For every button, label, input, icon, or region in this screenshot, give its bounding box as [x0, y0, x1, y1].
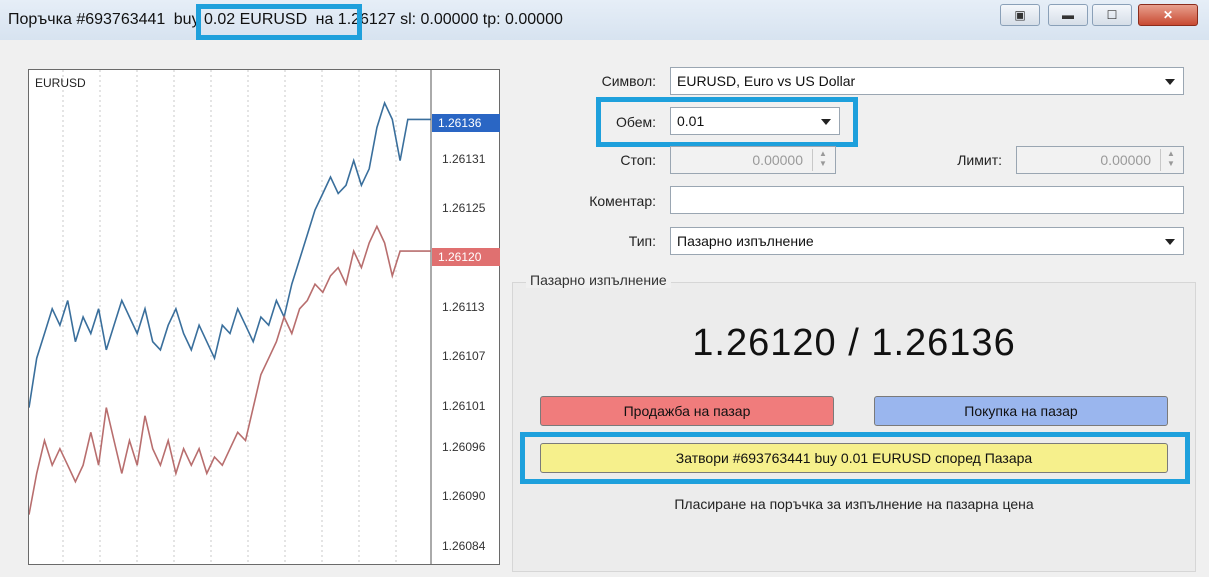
chart-svg — [29, 70, 432, 564]
sell-by-market-button[interactable]: Продажба на пазар — [540, 396, 834, 426]
limit-label: Лимит: — [957, 152, 1002, 168]
spin-up-icon: ▲ — [819, 149, 827, 158]
chart-symbol-label: EURUSD — [35, 76, 86, 90]
spin-down-icon: ▼ — [819, 159, 827, 168]
window-maximize-button[interactable]: ☐ — [1092, 4, 1132, 26]
volume-combobox[interactable]: 0.01 — [670, 107, 840, 135]
y-tick-label: 1.26131 — [442, 151, 486, 166]
window-titlebar: Поръчка #693763441 buy 0.02 EURUSD на 1.… — [0, 0, 1209, 41]
ask-price: 1.26136 — [871, 322, 1016, 364]
window-restore-button[interactable]: ▣ — [1000, 4, 1040, 26]
ask-series-line — [29, 100, 431, 408]
window-minimize-button[interactable]: ▬ — [1048, 4, 1088, 26]
y-tick-label: 1.26090 — [442, 489, 486, 504]
spin-down-icon: ▼ — [1167, 159, 1175, 168]
comment-label: Коментар: — [589, 193, 656, 209]
buy-by-market-button[interactable]: Покупка на пазар — [874, 396, 1168, 426]
chevron-down-icon — [821, 119, 831, 125]
bid-series-line — [29, 224, 431, 515]
y-tick-label: 1.26084 — [442, 538, 486, 553]
y-tick-label: 1.26107 — [442, 349, 486, 364]
order-type-select[interactable]: Пазарно изпълнение — [670, 227, 1184, 255]
restore-icon: ▣ — [1014, 8, 1026, 22]
volume-label: Обем: — [615, 114, 656, 130]
limit-value: 0.00000 — [1100, 152, 1151, 168]
y-tick-label: 1.26101 — [442, 398, 486, 413]
stop-value: 0.00000 — [752, 152, 803, 168]
spin-up-icon: ▲ — [1167, 149, 1175, 158]
window-close-button[interactable]: ✕ — [1138, 4, 1198, 26]
y-tick-label: 1.26113 — [442, 299, 485, 314]
take-profit-field[interactable]: 0.00000 ▲ ▼ — [1016, 146, 1184, 174]
order-type-value: Пазарно изпълнение — [677, 233, 814, 249]
stop-spinner[interactable]: ▲ ▼ — [812, 149, 833, 171]
type-label: Тип: — [628, 233, 656, 249]
price-separator: / — [848, 322, 872, 364]
bid-ask-prices: 1.26120 / 1.26136 — [512, 322, 1196, 365]
y-tick-label: 1.26125 — [442, 200, 486, 215]
symbol-value: EURUSD, Euro vs US Dollar — [677, 73, 856, 89]
chevron-down-icon — [1165, 239, 1175, 245]
chevron-down-icon — [1165, 79, 1175, 85]
stop-loss-field[interactable]: 0.00000 ▲ ▼ — [670, 146, 836, 174]
symbol-label: Символ: — [601, 73, 656, 89]
ask-price-tag: 1.26136 — [432, 114, 500, 132]
limit-spinner[interactable]: ▲ ▼ — [1160, 149, 1181, 171]
stop-label: Стоп: — [620, 152, 656, 168]
comment-input[interactable] — [670, 186, 1184, 214]
symbol-select[interactable]: EURUSD, Euro vs US Dollar — [670, 67, 1184, 95]
title-prefix: Поръчка #693763441 — [8, 11, 166, 28]
title-highlight-box — [196, 4, 362, 40]
close-icon: ✕ — [1162, 8, 1174, 22]
volume-value: 0.01 — [677, 113, 705, 129]
market-execution-title: Пазарно изпълнение — [526, 272, 671, 288]
bid-price-tag: 1.26120 — [432, 248, 500, 266]
maximize-icon: ☐ — [1106, 8, 1118, 22]
y-tick-label: 1.26096 — [442, 439, 486, 454]
tick-chart: EURUSD — [28, 69, 500, 565]
minimize-icon: ▬ — [1062, 8, 1074, 22]
execution-footnote: Пласиране на поръчка за изпълнение на па… — [674, 496, 1034, 512]
bid-price: 1.26120 — [692, 322, 837, 364]
close-order-button[interactable]: Затвори #693763441 buy 0.01 EURUSD споре… — [540, 443, 1168, 473]
